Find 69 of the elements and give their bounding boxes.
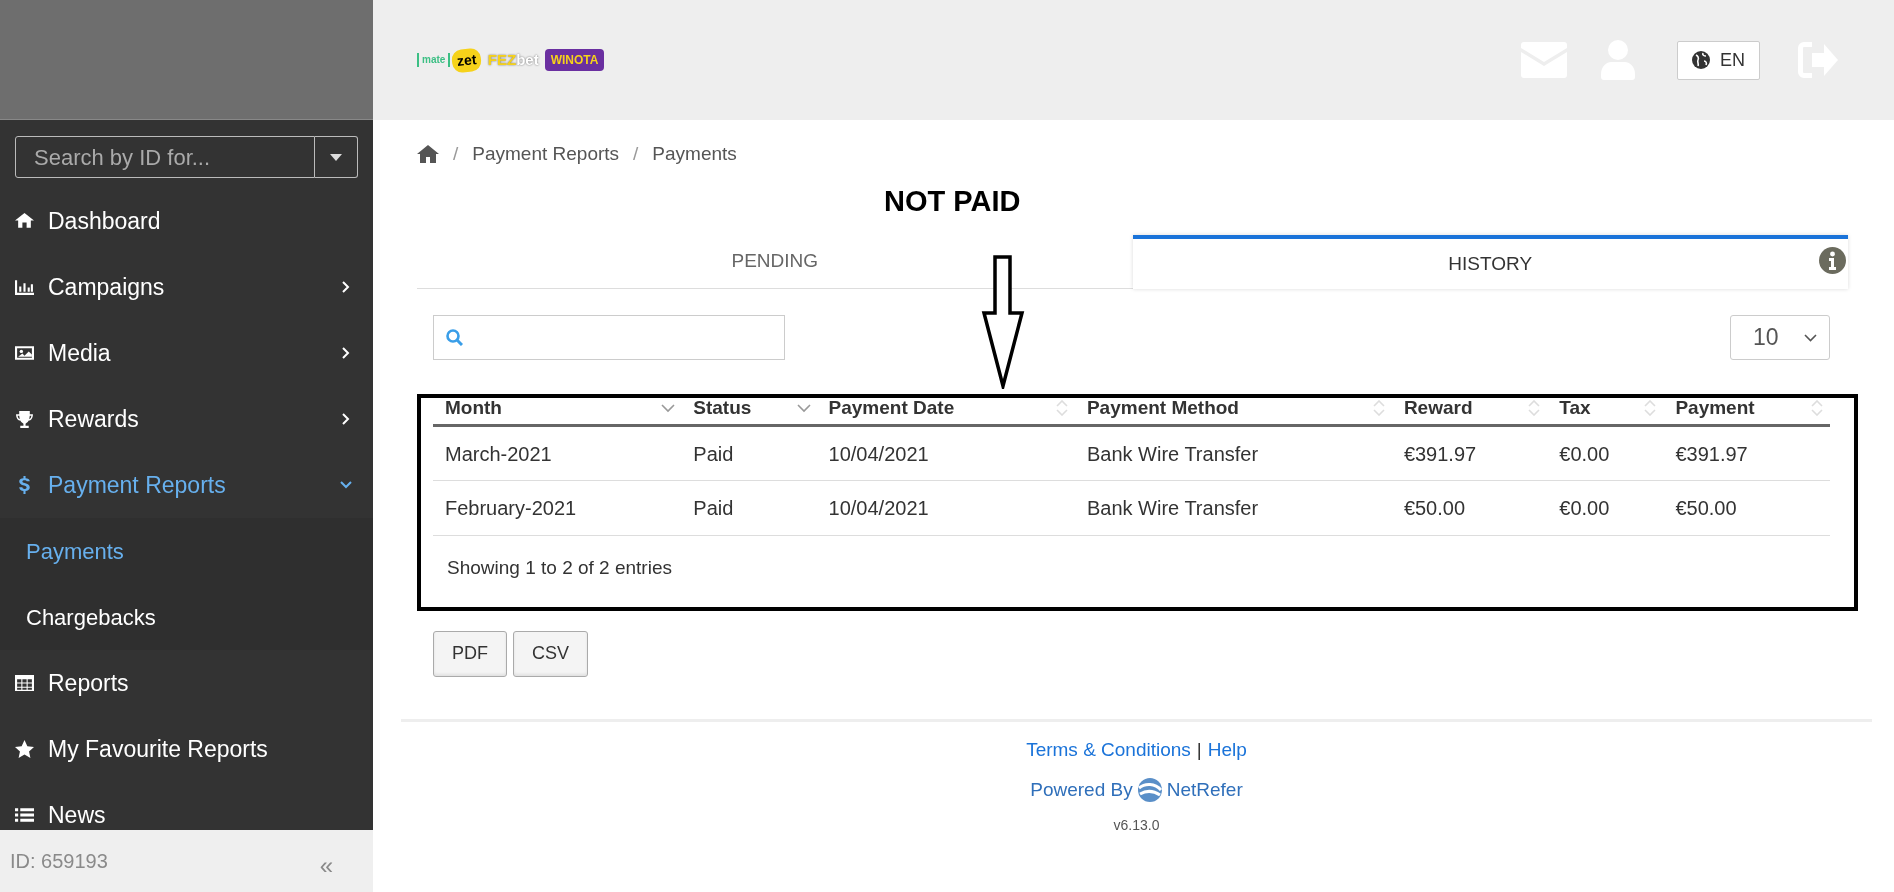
home-icon bbox=[15, 212, 34, 230]
footer-link[interactable]: Help bbox=[1207, 735, 1247, 764]
annotation-label: NOT PAID bbox=[884, 184, 1021, 219]
globe-logo-icon bbox=[1136, 777, 1163, 804]
table-cell: 10/04/2021 bbox=[816, 425, 1075, 481]
breadcrumb-separator: / bbox=[633, 141, 639, 166]
home-icon[interactable] bbox=[417, 145, 439, 163]
breadcrumb-link[interactable]: Payment Reports bbox=[472, 139, 620, 169]
star-icon bbox=[15, 740, 34, 758]
trophy-icon bbox=[15, 410, 34, 428]
brand-name: NetRefer bbox=[1166, 778, 1243, 802]
table-cell: €50.00 bbox=[1663, 480, 1830, 536]
user-id: ID: 659193 bbox=[10, 849, 108, 874]
column-header[interactable]: Reward bbox=[1391, 398, 1548, 426]
sidebar-item[interactable]: My Favourite Reports bbox=[0, 716, 373, 782]
caret-icon bbox=[330, 153, 342, 161]
table-info: Showing 1 to 2 of 2 entries bbox=[446, 556, 673, 580]
version-label: v6.13.0 bbox=[1113, 815, 1160, 835]
page-size-select[interactable]: 10 bbox=[1730, 315, 1830, 360]
breadcrumb-link[interactable]: Payments bbox=[652, 139, 737, 169]
logo: WINOTA bbox=[544, 49, 605, 71]
table-cell: €391.97 bbox=[1391, 425, 1548, 481]
breadcrumb-separator: / bbox=[453, 141, 459, 166]
table-cell: 10/04/2021 bbox=[816, 480, 1075, 536]
column-header[interactable]: Tax bbox=[1547, 398, 1664, 426]
column-header[interactable]: Status bbox=[681, 398, 817, 426]
sidebar-item[interactable]: Reports bbox=[0, 650, 373, 716]
powered-by-label: Powered By bbox=[1030, 778, 1133, 802]
logo: zet bbox=[451, 47, 483, 73]
sidebar-item[interactable]: Campaigns bbox=[0, 254, 373, 320]
sidebar-item[interactable]: Dashboard bbox=[0, 188, 373, 254]
table-search-field[interactable] bbox=[433, 315, 785, 360]
footer-link[interactable]: Terms & Conditions bbox=[1026, 735, 1191, 764]
column-header[interactable]: Payment Date bbox=[816, 398, 1075, 426]
table-cell: Paid bbox=[681, 425, 817, 481]
table-icon bbox=[15, 674, 34, 692]
export-button[interactable]: CSV bbox=[513, 630, 588, 677]
chevron-down-icon bbox=[1804, 333, 1817, 342]
table-cell: Bank Wire Transfer bbox=[1074, 480, 1392, 536]
sidebar-item[interactable]: Rewards bbox=[0, 386, 373, 452]
logo: FEZbet bbox=[487, 49, 539, 70]
table-cell: €391.97 bbox=[1663, 425, 1830, 481]
table-cell: Paid bbox=[681, 480, 817, 536]
table-cell: February-2021 bbox=[433, 480, 682, 536]
table-cell: €0.00 bbox=[1547, 480, 1664, 536]
table-cell: Bank Wire Transfer bbox=[1074, 425, 1392, 481]
info-icon[interactable] bbox=[1819, 247, 1846, 274]
tab[interactable]: HISTORY bbox=[1132, 235, 1848, 289]
column-header[interactable]: Payment Method bbox=[1074, 398, 1392, 426]
dropdown-toggle[interactable] bbox=[315, 136, 358, 178]
table-cell: March-2021 bbox=[433, 425, 682, 481]
export-button[interactable]: PDF bbox=[433, 630, 507, 677]
link-separator: | bbox=[1196, 737, 1202, 762]
column-header[interactable]: Payment bbox=[1663, 398, 1830, 426]
submenu-item[interactable]: Chargebacks bbox=[0, 584, 373, 650]
table-cell: €50.00 bbox=[1391, 480, 1548, 536]
search-icon bbox=[446, 329, 463, 346]
language-button[interactable]: EN bbox=[1677, 40, 1760, 80]
column-header[interactable]: Month bbox=[433, 398, 682, 426]
bar-chart-icon bbox=[15, 278, 34, 296]
logo: mate bbox=[417, 53, 451, 67]
search-field[interactable]: Search by ID for... bbox=[15, 136, 315, 178]
globe-icon bbox=[1692, 51, 1710, 69]
submenu-item[interactable]: Payments bbox=[0, 518, 373, 584]
table-cell: €0.00 bbox=[1547, 425, 1664, 481]
sidebar-item[interactable]: Media bbox=[0, 320, 373, 386]
image-icon bbox=[15, 344, 34, 362]
list-icon bbox=[15, 806, 34, 824]
sidebar-item[interactable]: News bbox=[0, 782, 373, 830]
